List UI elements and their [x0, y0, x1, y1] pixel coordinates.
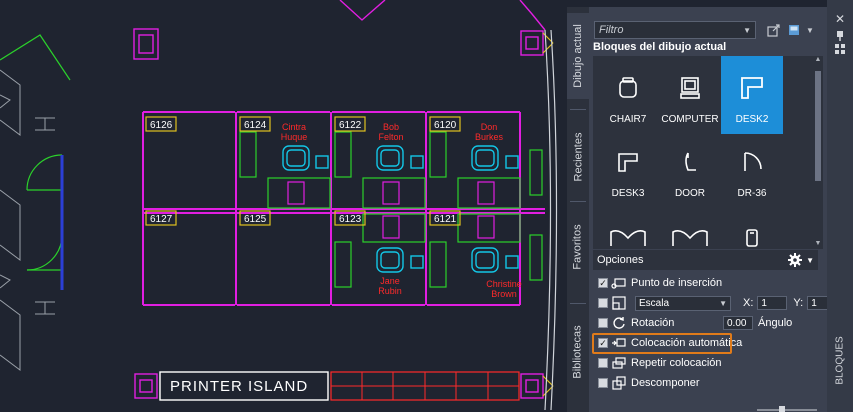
room-label: 6127: [150, 214, 173, 225]
scroll-down-icon[interactable]: ▼: [813, 240, 823, 247]
palette-vertical-title: BLOQUES: [834, 335, 846, 385]
filter-input[interactable]: Filtro ▼: [594, 21, 756, 39]
person-name: Felton: [378, 132, 403, 142]
scale-x-input[interactable]: 1: [757, 296, 788, 310]
person-name: Jane: [380, 276, 400, 286]
room-label: 6120: [434, 120, 457, 131]
block-tile-desk2[interactable]: DESK2: [721, 56, 783, 134]
properties-icon[interactable]: [831, 42, 849, 56]
door-pair-icon: [597, 210, 659, 249]
blocks-scrollbar[interactable]: ▲ ▼: [813, 56, 823, 249]
rotate-icon: [611, 316, 627, 330]
person-name: Bob: [383, 122, 399, 132]
option-rotation[interactable]: Rotación 0.00 Ángulo: [598, 315, 792, 331]
person-name: Don: [481, 122, 498, 132]
room-label: 6124: [244, 120, 267, 131]
desk-icon: [721, 62, 783, 114]
palette-title-strip: ✕ BLOQUES: [827, 0, 853, 412]
insert-block-icon[interactable]: [764, 21, 784, 39]
person-name: Huque: [281, 132, 308, 142]
explode-icon: [611, 376, 627, 390]
chair-icon: [597, 62, 659, 114]
auto-hide-icon[interactable]: [831, 28, 849, 42]
computer-icon: [659, 62, 721, 114]
door-pair-icon: [659, 210, 721, 249]
options-title: Opciones: [597, 254, 644, 266]
gear-icon[interactable]: [788, 253, 803, 267]
block-tile-desk3[interactable]: DESK3: [597, 136, 659, 208]
blocks-grid: CHAIR7 COMPUTER DESK2 DESK3 DOOR DR-36: [593, 56, 813, 249]
person-name: Cintra: [282, 122, 306, 132]
view-mode-icon[interactable]: [784, 21, 804, 39]
room-label: 6126: [150, 120, 173, 131]
options-settings[interactable]: ▼: [788, 253, 814, 267]
tab-current-drawing[interactable]: Dibujo actual: [567, 13, 589, 99]
person-name: Christine: [486, 279, 522, 289]
rotation-angle-input[interactable]: 0.00: [723, 316, 753, 330]
person-name: Burkes: [475, 132, 504, 142]
scale-checkbox[interactable]: [598, 298, 608, 308]
insertion-point-icon: [611, 276, 627, 290]
repeat-placement-icon: [611, 356, 627, 370]
close-icon[interactable]: ✕: [831, 12, 849, 26]
room-label: 6123: [339, 214, 362, 225]
room-label: 6122: [339, 120, 362, 131]
filter-placeholder: Filtro: [599, 24, 624, 36]
auto-placement-highlight: [592, 333, 732, 354]
tab-libraries[interactable]: Bibliotecas: [567, 307, 589, 397]
block-tile-partial[interactable]: [721, 210, 783, 249]
insertion-point-checkbox[interactable]: ✓: [598, 278, 608, 288]
block-tile-computer[interactable]: COMPUTER: [659, 62, 721, 134]
angle-label: Ángulo: [758, 317, 793, 329]
option-explode[interactable]: Descomponer: [598, 375, 699, 391]
door-icon: [659, 136, 721, 188]
printer-island-label: PRINTER ISLAND: [170, 378, 308, 395]
door-swing-icon: [721, 136, 783, 188]
rotation-checkbox[interactable]: [598, 318, 608, 328]
option-scale[interactable]: Escala ▼ X: 1 Y: 1: [598, 295, 832, 311]
filter-row: Filtro ▼ ▼: [594, 21, 816, 39]
phone-icon: [721, 210, 783, 249]
scale-combo[interactable]: Escala ▼: [635, 295, 731, 311]
block-tile-chair7[interactable]: CHAIR7: [597, 62, 659, 134]
resize-handle[interactable]: [757, 405, 817, 412]
chevron-down-icon[interactable]: ▼: [806, 256, 814, 265]
option-repeat-placement[interactable]: Repetir colocación: [598, 355, 722, 371]
repeat-placement-checkbox[interactable]: [598, 358, 608, 368]
room-label: 6121: [434, 214, 457, 225]
section-title: Bloques del dibujo actual: [593, 41, 727, 53]
tab-recent[interactable]: Recientes: [567, 117, 589, 197]
person-name: Rubin: [378, 286, 402, 296]
person-name: Brown: [491, 289, 517, 299]
tab-favorites[interactable]: Favoritos: [567, 207, 589, 287]
scale-x-label: X:: [743, 297, 754, 309]
block-tile-door[interactable]: DOOR: [659, 136, 721, 208]
chevron-down-icon[interactable]: ▼: [719, 299, 727, 308]
palette-side-tabs: Dibujo actual Recientes Favoritos Biblio…: [567, 7, 589, 412]
option-insertion-point[interactable]: ✓ Punto de inserción: [598, 275, 722, 291]
chevron-down-icon[interactable]: ▼: [804, 21, 816, 39]
block-tile-partial[interactable]: [659, 210, 721, 249]
block-tile-partial[interactable]: [597, 210, 659, 249]
room-label: 6125: [244, 214, 267, 225]
scale-icon: [611, 296, 627, 310]
explode-checkbox[interactable]: [598, 378, 608, 388]
chevron-down-icon[interactable]: ▼: [743, 26, 751, 35]
scale-y-label: Y:: [793, 297, 804, 309]
options-header[interactable]: Opciones ▼: [593, 250, 818, 270]
scroll-thumb[interactable]: [815, 71, 821, 181]
block-tile-dr-36[interactable]: DR-36: [721, 136, 783, 208]
scroll-up-icon[interactable]: ▲: [813, 56, 823, 63]
desk-icon: [597, 136, 659, 188]
